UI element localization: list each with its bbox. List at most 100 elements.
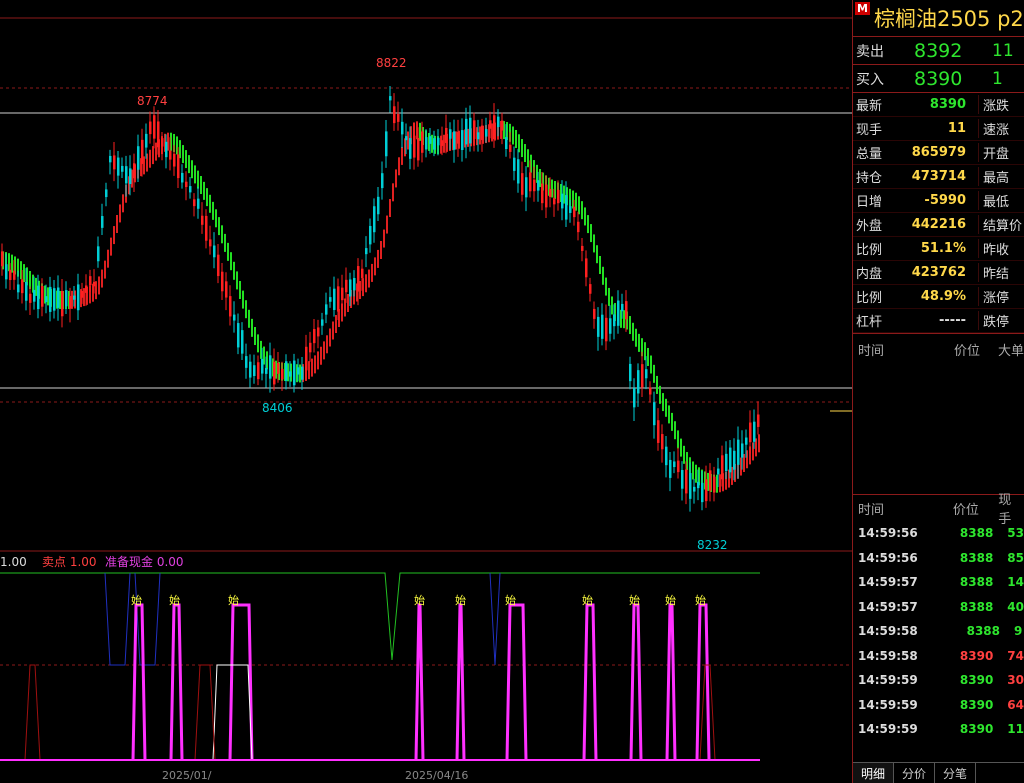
ask-volume: 11 (992, 40, 1014, 61)
candle-body (173, 153, 176, 167)
candle-body (93, 281, 96, 287)
candle-body (213, 245, 216, 258)
tick-time: 14:59:58 (858, 624, 918, 639)
instrument-title[interactable]: 棕榈油2505 p2 (874, 3, 1024, 33)
candle-body (129, 168, 132, 185)
candle-body (249, 361, 252, 378)
candle-body (429, 136, 432, 144)
candle-body (221, 271, 224, 292)
signal-marker: 始 (131, 593, 142, 607)
candle-body (577, 221, 580, 233)
ask-label: 卖出 (856, 43, 884, 60)
candle-body (253, 365, 256, 377)
indicator-magenta-pulse (665, 603, 677, 761)
candle-body (737, 439, 740, 465)
candle-body (105, 189, 108, 198)
candle-body (65, 290, 68, 307)
candle-body (1, 251, 4, 267)
candle-body (241, 330, 244, 354)
candle-body (321, 319, 324, 326)
quote-key: 现手 (856, 123, 883, 138)
candle-body (189, 186, 192, 193)
candle-body (197, 198, 200, 209)
signal-marker: 始 (228, 593, 239, 607)
candle-body (205, 215, 208, 241)
date-axis-label: 2025/04/16 (405, 769, 468, 782)
candle-body (277, 363, 280, 374)
indicator-magenta-pulse (169, 603, 184, 761)
chart-canvas[interactable]: 8774 8822 8406 8232 1.00 卖点 1.00 准备现金 0.00 始 始 始 始… (0, 0, 852, 783)
quote-value: 48.9% (920, 289, 966, 304)
candle-body (245, 356, 248, 368)
quote-value: 8390 (929, 97, 966, 112)
tab-price-breakdown[interactable]: 分价 (894, 763, 936, 783)
indicator-magenta-pulse (131, 603, 147, 761)
quote-table: 最新 8390 涨跌 现手 11 速涨 总量 865979 开盘 持仓 473714 最高 日增 -599… (853, 93, 1024, 333)
candle-body (313, 329, 316, 344)
candle-body (305, 346, 308, 371)
candle-body (113, 155, 116, 170)
candle-body (505, 137, 508, 149)
signal-marker: 始 (414, 593, 425, 607)
candle-body (177, 154, 180, 179)
candle-body (85, 285, 88, 293)
candle-body (153, 115, 156, 139)
candle-body (61, 290, 64, 317)
candle-body (225, 281, 228, 298)
candle-body (209, 239, 212, 247)
quote-value: 442216 (911, 217, 966, 232)
candle-body (257, 362, 260, 380)
candle-body (101, 216, 104, 228)
tick-time: 14:59:57 (858, 599, 918, 614)
candle-body (157, 121, 160, 148)
candle-body (73, 295, 76, 300)
candle-body (625, 301, 628, 320)
candle-body (21, 279, 24, 294)
candle-body (677, 460, 680, 473)
bid-row[interactable]: 买入 8390 1 (853, 65, 1024, 93)
candle-body (337, 286, 340, 312)
tick-volume: 85 (1007, 550, 1024, 565)
tick-row: 14:59:57 8388 14 (853, 570, 1024, 595)
tab-ticks[interactable]: 分笔 (935, 763, 977, 783)
tick-list[interactable]: 14:59:56 8388 53 14:59:56 8388 85 14:59:57 8388… (853, 521, 1024, 742)
tick-volume: 74 (1007, 648, 1024, 663)
tick-time-header: 时间 (858, 502, 885, 518)
quote-key2: 最低 (978, 191, 1009, 210)
candle-body (533, 179, 536, 192)
quote-row: 杠杆 ----- 跌停 (853, 309, 1024, 333)
candle-body (437, 137, 440, 146)
quote-key2: 跌停 (978, 311, 1009, 330)
tick-price: 8390 (959, 722, 994, 737)
tick-volume: 64 (1007, 697, 1024, 712)
candle-body (297, 367, 300, 375)
kline-chart[interactable]: 8774 8822 8406 8232 1.00 卖点 1.00 准备现金 0.00 始 始 始 始… (0, 0, 852, 783)
quote-key2: 涨停 (978, 287, 1009, 306)
candle-body (289, 371, 292, 377)
tick-row: 14:59:59 8390 64 (853, 693, 1024, 718)
ask-row[interactable]: 卖出 8392 11 (853, 37, 1024, 65)
candle-body (365, 248, 368, 255)
quote-value: 865979 (911, 145, 966, 160)
candle-body (41, 286, 44, 307)
tab-detail[interactable]: 明细 (853, 763, 895, 783)
quote-key2: 结算价 (978, 215, 1022, 234)
big-order-big-header: 大单 (997, 343, 1024, 359)
candle-body (713, 476, 716, 493)
signal-marker: 始 (695, 593, 706, 607)
candle-body (633, 388, 636, 408)
candle-body (717, 468, 720, 475)
candle-body (721, 455, 724, 480)
candle-body (317, 327, 320, 337)
big-order-list (853, 364, 1024, 494)
candle-body (193, 199, 196, 207)
tick-row: 14:59:59 8390 30 (853, 668, 1024, 693)
candle-body (641, 364, 644, 388)
tick-price: 8390 (959, 697, 994, 712)
indicator-legend-item: 1.00 (0, 555, 27, 569)
candle-body (285, 361, 288, 381)
tick-time: 14:59:59 (858, 673, 918, 688)
candle-body (261, 358, 264, 374)
candle-body (445, 127, 448, 143)
candle-body (757, 414, 760, 427)
